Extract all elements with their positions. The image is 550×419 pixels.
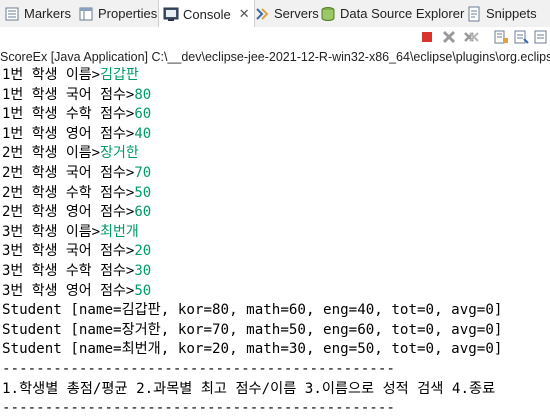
console-line: 1번 학생 영어 점수>40 [2,125,548,145]
console-line: 2번 학생 영어 점수>60 [2,203,548,223]
console-prompt: 1번 학생 영어 점수> [2,125,135,142]
console-prompt: 3번 학생 국어 점수> [2,243,135,260]
tab-console[interactable]: Console ✕ [158,0,255,28]
view-tab-bar: Markers Properties Console ✕ Servers Dat… [0,0,550,28]
console-line: 2번 학생 수학 점수>50 [2,184,548,204]
tab-servers[interactable]: Servers [254,0,319,27]
console-line: 2번 학생 국어 점수>70 [2,164,548,184]
console-output-line: 1.학생별 총점/평균 2.과목별 최고 점수/이름 3.이름으로 성적 검색 … [2,380,496,397]
console-user-input: 80 [134,86,152,103]
console-user-input: 50 [134,282,152,299]
console-prompt: 1번 학생 이름> [2,67,101,83]
console-prompt: 2번 학생 국어 점수> [2,164,135,181]
console-prompt: 3번 학생 수학 점수> [2,262,135,279]
show-console-icon[interactable] [513,29,529,45]
console-output-line: Student [name=김갑판, kor=80, math=60, eng=… [2,302,503,319]
tab-properties[interactable]: Properties [78,0,157,27]
console-line: 1번 학생 수학 점수>60 [2,105,548,125]
console-user-input: 장거한 [100,145,139,162]
console-line: 3번 학생 수학 점수>30 [2,262,548,282]
tab-snippets[interactable]: Snippets [466,0,537,27]
close-icon[interactable]: ✕ [239,6,250,22]
tab-label: Console [183,6,231,22]
console-user-input: 20 [134,243,152,260]
console-icon [163,6,179,22]
snippets-icon [466,6,482,22]
console-line: 1번 학생 국어 점수>80 [2,86,548,106]
console-output-line: ----------------------------------------… [2,360,395,377]
markers-icon [4,6,20,22]
console-line: 3번 학생 이름>최번개 [2,223,548,243]
console-prompt: 3번 학생 영어 점수> [2,282,135,299]
tab-markers[interactable]: Markers [4,0,71,27]
console-process-label: ScoreEx [Java Application] C:\__dev\ecli… [0,50,550,64]
tab-data-source-explorer[interactable]: Data Source Explorer [320,0,464,27]
console-user-input: 60 [134,204,152,221]
console-user-input: 70 [134,164,152,181]
properties-icon [78,6,94,22]
data-source-icon [320,6,336,22]
console-prompt: 1번 학생 수학 점수> [2,106,135,123]
console-user-input: 40 [134,125,152,142]
console-line: 1번 학생 이름>김갑판 [2,66,548,86]
console-line: 3번 학생 국어 점수>20 [2,242,548,262]
console-prompt: 2번 학생 수학 점수> [2,184,135,201]
console-output-line: Student [name=최번개, kor=20, math=30, eng=… [2,341,503,358]
console-output[interactable]: 1번 학생 이름>김갑판 1번 학생 국어 점수>80 1번 학생 수학 점수>60… [2,66,548,419]
tab-label: Snippets [486,6,537,21]
scroll-lock-icon[interactable] [493,29,509,45]
console-line: 2번 학생 이름>장거한 [2,144,548,164]
console-user-input: 50 [134,184,152,201]
remove-all-icon[interactable] [463,29,479,45]
tab-label: Servers [274,6,319,21]
console-toolbar [0,27,550,47]
console-user-input: 최번개 [100,223,139,240]
pin-icon[interactable] [533,29,549,45]
console-prompt: 3번 학생 이름> [2,223,101,240]
servers-icon [254,6,270,22]
console-user-input: 30 [134,262,152,279]
console-user-input: 60 [134,106,152,123]
tab-label: Data Source Explorer [340,6,465,21]
console-prompt: 2번 학생 이름> [2,145,101,162]
tab-label: Properties [98,6,158,21]
console-prompt: 2번 학생 영어 점수> [2,204,135,221]
console-line: 3번 학생 영어 점수>50 [2,282,548,302]
tab-label: Markers [24,6,71,21]
console-prompt: 1번 학생 국어 점수> [2,86,135,103]
remove-launch-icon[interactable] [441,29,457,45]
console-output-line: Student [name=장거한, kor=70, math=50, eng=… [2,321,503,338]
terminate-icon[interactable] [419,29,435,45]
console-user-input: 김갑판 [100,67,139,83]
